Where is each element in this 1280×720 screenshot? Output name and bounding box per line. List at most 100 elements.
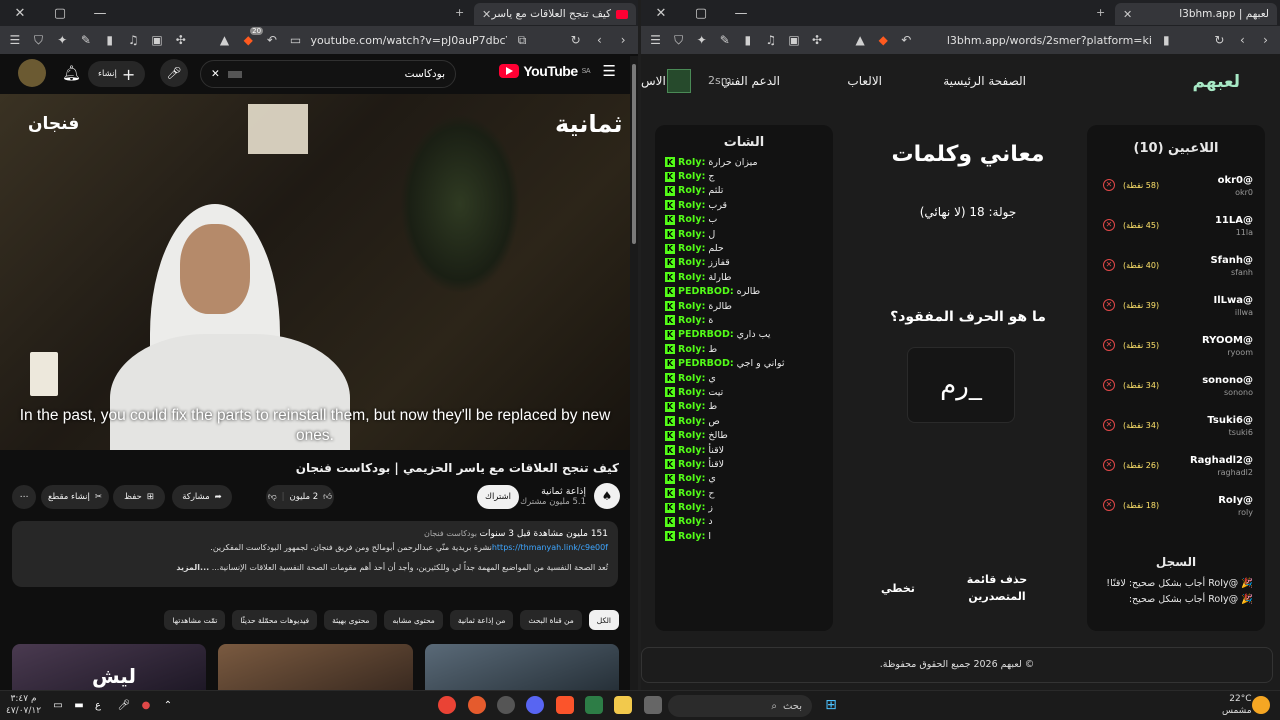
file-explorer-icon[interactable] — [614, 696, 632, 714]
windows-start-icon[interactable]: ⊞ — [822, 696, 840, 714]
chat-user[interactable]: RoIy: — [678, 344, 705, 355]
avatar[interactable] — [18, 59, 46, 87]
bookmark-icon[interactable]: ▮ — [1158, 31, 1175, 49]
chat-user[interactable]: RoIy: — [678, 488, 705, 499]
youtube-logo[interactable]: YouTube SA — [499, 63, 591, 79]
sidebar-icon[interactable]: ▮ — [101, 31, 119, 49]
maximize-icon[interactable]: ▢ — [681, 6, 721, 21]
reload-icon[interactable]: ↻ — [1211, 31, 1228, 49]
chat-user[interactable]: RoIy: — [678, 430, 705, 441]
chat-messages[interactable]: K RoIy: ميزان حرارة K RoIy: ج K RoIy: تلثم K RoIy:… — [665, 155, 823, 544]
chat-user[interactable]: RoIy: — [678, 257, 705, 268]
filter-chip[interactable]: من قناة البحث — [520, 610, 582, 630]
video-description[interactable]: 151 مليون مشاهدة قبل 3 سنوات بودكاست فنج… — [12, 521, 618, 587]
chat-user[interactable]: PEDRBOD: — [678, 358, 734, 369]
chat-user[interactable]: RoIy: — [678, 157, 705, 168]
dislike-icon[interactable]: 👎︎ — [268, 492, 277, 502]
remove-player-icon[interactable]: ✕ — [1103, 339, 1115, 351]
clear-leaderboard-button[interactable]: حذف قائمة المتصدرين — [963, 571, 1031, 605]
create-button[interactable]: + إنشاء — [88, 61, 146, 87]
voice-search-icon[interactable]: 🎤︎ — [160, 59, 188, 87]
history-back-icon[interactable]: ↶ — [898, 31, 915, 49]
thumbnail[interactable] — [218, 644, 413, 690]
skip-button[interactable]: تخطي — [881, 580, 915, 597]
chat-user[interactable]: RoIy: — [678, 387, 705, 398]
page-scrollbar[interactable] — [630, 56, 638, 690]
menu-icon[interactable]: ☰ — [6, 31, 24, 49]
minimize-icon[interactable]: — — [721, 6, 761, 21]
music-icon[interactable]: ♫ — [762, 31, 779, 49]
channel-avatar[interactable]: ♠ — [594, 483, 620, 509]
clear-search-icon[interactable]: ✕ — [211, 68, 220, 80]
maximize-icon[interactable]: ▢ — [40, 6, 80, 21]
share-button[interactable]: ➦ مشاركة — [172, 485, 232, 509]
remove-player-icon[interactable]: ✕ — [1103, 259, 1115, 271]
forward-icon[interactable]: › — [1257, 31, 1274, 49]
newsletter-link[interactable]: https://thmanyah.link/c9e00f — [492, 543, 608, 552]
filter-chip[interactable]: تمّت مشاهدتها — [164, 610, 226, 630]
desc-tag[interactable]: بودكاست فنجان — [424, 529, 477, 538]
chat-user[interactable]: RoIy: — [678, 373, 705, 384]
remove-player-icon[interactable]: ✕ — [1103, 379, 1115, 391]
tray-chevron-icon[interactable]: ⌃ — [159, 696, 177, 714]
reload-icon[interactable]: ↻ — [567, 31, 585, 49]
chat-user[interactable]: RoIy: — [678, 315, 705, 326]
discord-icon[interactable] — [526, 696, 544, 714]
app-icon[interactable] — [468, 696, 486, 714]
chat-user[interactable]: RoIy: — [678, 502, 705, 513]
chat-user[interactable]: RoIy: — [678, 243, 705, 254]
shield-icon[interactable]: ⛉ — [670, 31, 687, 49]
address-bar[interactable]: youtube.com/watch?v=pJ0auP7dbcY&t=4... — [310, 34, 507, 47]
notification-center-icon[interactable]: ▭ — [49, 696, 67, 714]
chat-user[interactable]: PEDRBOD: — [678, 286, 734, 297]
chat-user[interactable]: RoIy: — [678, 200, 705, 211]
tabs-icon[interactable]: ▣ — [148, 31, 166, 49]
tab-l3bhm[interactable]: لعبهم | l3bhm.app ✕ — [1115, 3, 1277, 25]
chrome-icon[interactable] — [438, 696, 456, 714]
filter-chip[interactable]: الكل — [588, 610, 619, 630]
chat-user[interactable]: RoIy: — [678, 459, 705, 470]
subscribe-button[interactable]: اشتراك — [477, 485, 519, 509]
shield-icon[interactable]: ⛉ — [30, 31, 48, 49]
chat-user[interactable]: RoIy: — [678, 214, 705, 225]
thumbnail[interactable] — [424, 644, 619, 690]
remove-player-icon[interactable]: ✕ — [1103, 219, 1115, 231]
music-icon[interactable]: ♫ — [125, 31, 143, 49]
clip-button[interactable]: ✂ إنشاء مقطع — [41, 485, 109, 509]
network-icon[interactable]: ▬ — [70, 696, 88, 714]
chat-user[interactable]: RoIy: — [678, 185, 705, 196]
history-back-icon[interactable]: ↶ — [263, 31, 281, 49]
forward-icon[interactable]: › — [614, 31, 632, 49]
nav-overflow[interactable]: الاس — [641, 74, 666, 88]
pencil-icon[interactable]: ✎ — [77, 31, 95, 49]
back-icon[interactable]: ‹ — [1234, 31, 1251, 49]
remove-player-icon[interactable]: ✕ — [1103, 419, 1115, 431]
pencil-icon[interactable]: ✎ — [716, 31, 733, 49]
keyboard-icon[interactable] — [227, 70, 242, 78]
puzzle-icon[interactable]: ✣ — [172, 31, 190, 49]
aria-icon[interactable]: ▲ — [216, 31, 234, 49]
chat-user[interactable]: RoIy: — [678, 272, 705, 283]
extension-icon[interactable]: ✦ — [693, 31, 710, 49]
like-icon[interactable]: 👍︎ — [323, 492, 332, 502]
back-icon[interactable]: ‹ — [591, 31, 609, 49]
user-avatar[interactable] — [667, 69, 691, 93]
chat-user[interactable]: RoIy: — [678, 171, 705, 182]
hamburger-menu-icon[interactable]: ☰ — [603, 62, 616, 80]
menu-icon[interactable]: ☰ — [647, 31, 664, 49]
taskbar-search[interactable]: بحث ⌕ — [668, 695, 812, 717]
thumbnail[interactable]: ليش — [12, 644, 207, 690]
chat-user[interactable]: RoIy: — [678, 516, 705, 527]
nav-games[interactable]: الالعاب — [847, 74, 882, 88]
new-tab-icon[interactable]: + — [455, 6, 464, 19]
channel-name[interactable]: إذاعة ثمانية — [520, 486, 586, 497]
remove-player-icon[interactable]: ✕ — [1103, 459, 1115, 471]
app-icon[interactable] — [585, 696, 603, 714]
nav-home[interactable]: الصفحة الرئيسية — [943, 74, 1026, 88]
more-actions-button[interactable]: ⋯ — [12, 485, 36, 509]
site-info-icon[interactable]: ▭ — [287, 31, 305, 49]
chat-user[interactable]: RoIy: — [678, 301, 705, 312]
recording-icon[interactable]: ● — [137, 696, 155, 714]
brave-icon[interactable]: ◆ 20 — [239, 27, 264, 49]
filter-chip[interactable]: محتوى بهيئة — [324, 610, 378, 630]
